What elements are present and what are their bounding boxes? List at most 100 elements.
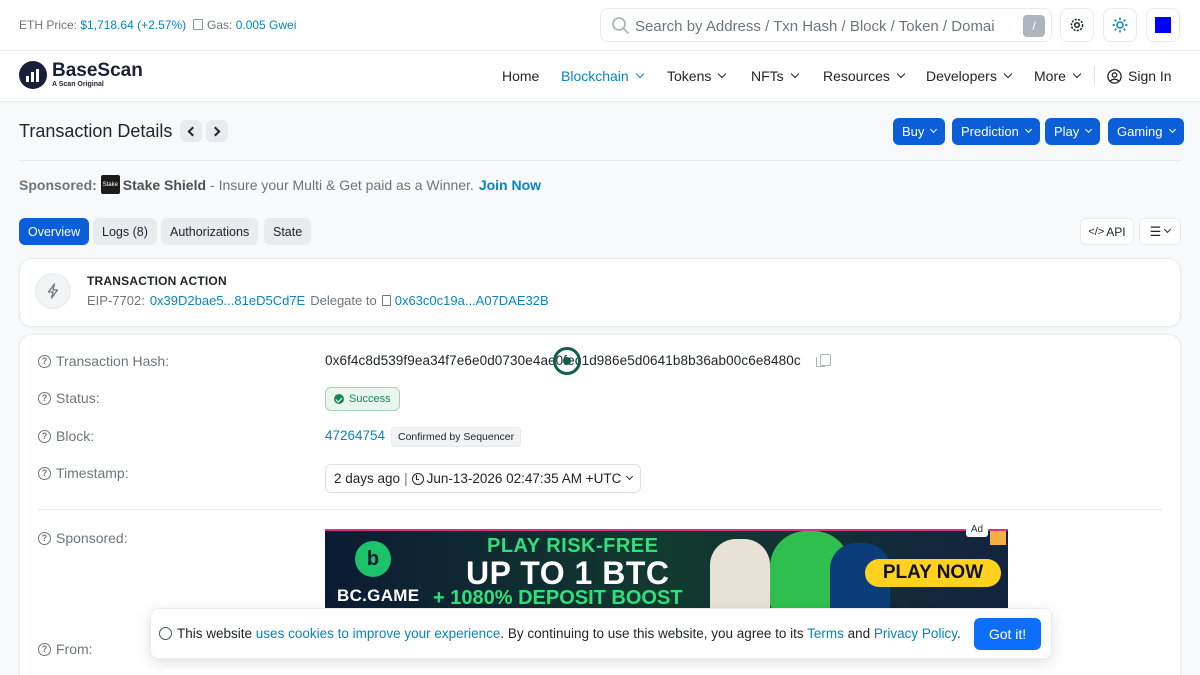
page-title: Transaction Details bbox=[19, 121, 173, 141]
cookie-policy-link[interactable]: uses cookies to improve your experience bbox=[256, 626, 501, 641]
timestamp-label: ? Timestamp: bbox=[38, 465, 129, 481]
transaction-action-title: TRANSACTION ACTION bbox=[87, 274, 227, 288]
nav-divider bbox=[1094, 66, 1095, 84]
eth-price-value[interactable]: $1,718.64 (+2.57%) bbox=[80, 18, 186, 32]
help-icon[interactable]: ? bbox=[38, 642, 51, 656]
tab-authorizations[interactable]: Authorizations bbox=[161, 218, 259, 245]
timestamp-dropdown[interactable]: 2 days ago | Jun-13-2026 02:47:35 AM +UT… bbox=[325, 464, 642, 493]
privacy-policy-link[interactable]: Privacy Policy bbox=[874, 626, 957, 641]
network-switch-button[interactable] bbox=[1146, 8, 1180, 42]
sign-in-label: Sign In bbox=[1128, 68, 1172, 84]
sponsored-banner: Sponsored: Stake Stake Shield - Insure y… bbox=[19, 175, 541, 194]
help-icon[interactable]: ? bbox=[38, 429, 51, 443]
sun-icon bbox=[1112, 17, 1128, 33]
nav-more-label: More bbox=[1034, 68, 1066, 84]
nav-nfts[interactable]: NFTs bbox=[751, 68, 799, 84]
api-button[interactable]: </> API bbox=[1080, 218, 1134, 245]
cookie-text: This website uses cookies to improve you… bbox=[177, 626, 961, 641]
gaming-label: Gaming bbox=[1117, 124, 1163, 139]
theme-toggle-button[interactable] bbox=[1103, 8, 1137, 42]
sponsored-label: Sponsored: bbox=[19, 176, 97, 193]
brand-tagline: A Scan Original bbox=[52, 81, 104, 88]
action-address-link[interactable]: 0x39D2bae5...81eD5Cd7E bbox=[150, 293, 305, 308]
nav-developers[interactable]: Developers bbox=[926, 68, 1013, 84]
tab-overview[interactable]: Overview bbox=[19, 218, 90, 245]
help-icon[interactable]: ? bbox=[38, 354, 51, 368]
chevron-left-icon bbox=[187, 126, 198, 136]
nav-resources[interactable]: Resources bbox=[823, 68, 906, 84]
help-icon[interactable]: ? bbox=[38, 531, 51, 545]
transaction-action-line: EIP-7702: 0x39D2bae5...81eD5Cd7E Delegat… bbox=[87, 293, 554, 308]
chevron-down-icon bbox=[635, 69, 644, 79]
from-label: ? From: bbox=[38, 641, 93, 657]
lightning-icon bbox=[35, 273, 71, 309]
search-input[interactable] bbox=[635, 15, 1015, 37]
settings-button[interactable] bbox=[1060, 8, 1094, 42]
from-label-text: From: bbox=[56, 641, 93, 657]
cookie-banner: This website uses cookies to improve you… bbox=[150, 608, 1052, 659]
chevron-down-icon bbox=[896, 69, 906, 79]
nav-resources-label: Resources bbox=[823, 68, 890, 84]
cookie-text-3: and bbox=[847, 626, 871, 641]
transaction-action-card: TRANSACTION ACTION EIP-7702: 0x39D2bae5.… bbox=[19, 258, 1181, 327]
nav-home[interactable]: Home bbox=[502, 68, 539, 84]
gear-icon bbox=[1070, 18, 1084, 32]
view-options-button[interactable]: ☰ bbox=[1139, 218, 1181, 245]
chevron-right-icon bbox=[210, 126, 221, 136]
nav-blockchain[interactable]: Blockchain bbox=[561, 68, 644, 84]
delegate-address-link[interactable]: 0x63c0c19a...A07DAE32B bbox=[395, 293, 549, 308]
cursor-dot bbox=[563, 357, 571, 365]
sponsor-brand: Stake Shield bbox=[122, 176, 207, 193]
search-icon bbox=[612, 17, 630, 35]
prediction-button[interactable]: Prediction bbox=[952, 118, 1040, 145]
nav-more[interactable]: More bbox=[1034, 68, 1082, 84]
next-txn-button[interactable] bbox=[206, 120, 228, 142]
ad-choices-icon[interactable] bbox=[990, 531, 1006, 545]
ad-headline-3: + 1080% DEPOSIT BOOST bbox=[433, 587, 683, 609]
help-icon[interactable]: ? bbox=[38, 466, 51, 480]
timestamp-separator: | bbox=[404, 471, 408, 486]
delegate-label: Delegate to bbox=[310, 293, 377, 308]
block-number-link[interactable]: 47264754 bbox=[325, 428, 385, 443]
copy-icon[interactable] bbox=[816, 354, 831, 367]
play-label: Play bbox=[1054, 124, 1080, 139]
sponsor-text: - Insure your Multi & Get paid as a Winn… bbox=[210, 176, 474, 193]
got-it-button[interactable]: Got it! bbox=[974, 618, 1041, 650]
search-box[interactable]: / bbox=[600, 8, 1052, 42]
details-divider bbox=[38, 509, 1162, 510]
buy-label: Buy bbox=[902, 124, 925, 139]
basescan-logo-icon bbox=[19, 61, 47, 89]
tab-state[interactable]: State bbox=[264, 218, 312, 245]
play-button[interactable]: Play bbox=[1045, 118, 1101, 145]
buy-button[interactable]: Buy bbox=[893, 118, 946, 145]
basescan-logo[interactable]: BaseScan A Scan Original bbox=[19, 61, 143, 89]
tab-logs[interactable]: Logs (8) bbox=[93, 218, 157, 245]
code-icon: </> bbox=[1088, 225, 1105, 238]
gas-value[interactable]: 0.005 Gwei bbox=[236, 18, 297, 32]
cookie-text-1: This website bbox=[177, 626, 253, 641]
sign-in-link[interactable]: Sign In bbox=[1107, 68, 1172, 84]
gaming-button[interactable]: Gaming bbox=[1108, 118, 1184, 145]
ad-brand: BC.GAME bbox=[337, 586, 420, 605]
previous-txn-button[interactable] bbox=[180, 120, 202, 142]
check-circle-icon bbox=[334, 394, 344, 404]
gas-label: Gas: bbox=[207, 18, 233, 32]
confirmation-badge: Confirmed by Sequencer bbox=[391, 427, 522, 447]
list-icon: ☰ bbox=[1149, 223, 1162, 239]
join-now-link[interactable]: Join Now bbox=[479, 177, 541, 193]
chevron-down-icon bbox=[626, 472, 634, 481]
block-label-text: Block: bbox=[56, 428, 95, 444]
nav-tokens[interactable]: Tokens bbox=[667, 68, 727, 84]
nav-nfts-label: NFTs bbox=[751, 68, 784, 84]
terms-link[interactable]: Terms bbox=[807, 626, 844, 641]
header-divider bbox=[19, 160, 1181, 161]
status-label: ? Status: bbox=[38, 390, 100, 406]
help-icon[interactable]: ? bbox=[38, 391, 51, 405]
nav-developers-label: Developers bbox=[926, 68, 997, 84]
status-label-text: Status: bbox=[56, 390, 100, 406]
ad-play-now-button[interactable]: PLAY NOW bbox=[865, 559, 1001, 587]
status-badge: Success bbox=[325, 387, 400, 411]
bcgame-ad-banner[interactable]: b BC.GAME PLAY RISK-FREE UP TO 1 BTC + 1… bbox=[325, 529, 1008, 609]
block-label: ? Block: bbox=[38, 428, 94, 444]
chevron-down-icon bbox=[790, 69, 799, 79]
